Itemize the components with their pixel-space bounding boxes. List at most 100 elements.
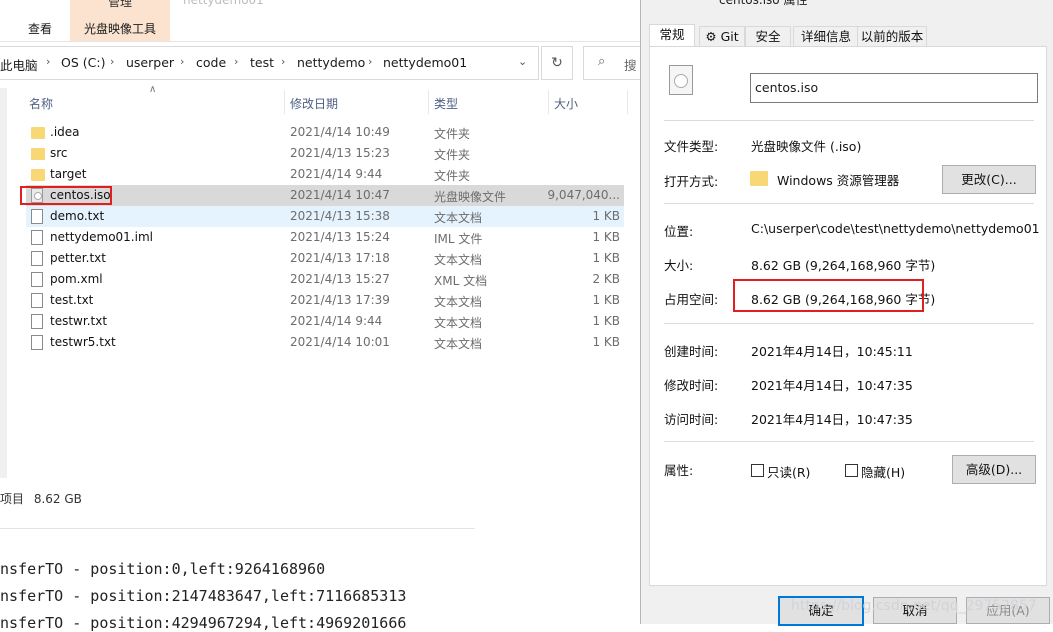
readonly-checkbox[interactable]	[751, 464, 764, 477]
file-type: 文本文档	[434, 211, 483, 225]
refresh-icon: ↻	[551, 55, 563, 71]
properties-dialog: centos.iso 属性 常规 ⚙ Git 安全 详细信息 以前的版本 cen…	[640, 0, 1053, 626]
chevron-right-icon[interactable]: ›	[368, 55, 372, 68]
divider	[664, 120, 1034, 121]
file-size: 9,047,040...	[547, 188, 620, 202]
chevron-right-icon[interactable]: ›	[234, 55, 238, 68]
file-type: IML 文件	[434, 232, 483, 246]
file-name: test.txt	[50, 293, 94, 307]
column-divider[interactable]	[428, 90, 429, 114]
column-divider[interactable]	[284, 90, 285, 114]
hidden-label[interactable]: 隐藏(H)	[861, 462, 905, 481]
readonly-label[interactable]: 只读(R)	[767, 462, 810, 481]
file-row[interactable]: src 2021/4/13 15:23 文件夹	[26, 143, 624, 164]
file-date: 2021/4/13 15:38	[290, 209, 390, 223]
file-name: demo.txt	[50, 209, 105, 223]
file-name: testwr5.txt	[50, 335, 116, 349]
tab-general[interactable]: 常规	[649, 24, 695, 48]
text-file-icon	[31, 335, 43, 350]
file-row[interactable]: pom.xml 2021/4/13 15:27 XML 文档 2 KB	[26, 269, 624, 290]
vertical-scrollbar[interactable]	[0, 88, 7, 478]
console-line: nsferTO - position:2147483647,left:71166…	[0, 587, 407, 605]
attributes-label: 属性:	[664, 463, 694, 478]
tab-view[interactable]: 查看	[28, 20, 52, 37]
chevron-right-icon[interactable]: ›	[46, 55, 50, 68]
file-name: petter.txt	[50, 251, 106, 265]
tab-previous-versions[interactable]: 以前的版本	[857, 26, 927, 48]
file-type: 文件夹	[434, 148, 471, 162]
created-value: 2021年4月14日，10:45:11	[751, 344, 913, 359]
sort-up-icon: ∧	[149, 84, 157, 95]
ribbon-context-group: 管理 光盘映像工具	[70, 0, 170, 41]
file-name: pom.xml	[50, 272, 103, 286]
disc-image-icon	[669, 65, 693, 95]
column-header-size[interactable]: 大小	[554, 95, 578, 112]
breadcrumb-nettydemo01[interactable]: nettydemo01	[383, 55, 467, 70]
tab-git[interactable]: ⚙ Git	[699, 26, 745, 48]
highlight-box	[20, 186, 112, 205]
file-row[interactable]: testwr5.txt 2021/4/14 10:01 文本文档 1 KB	[26, 332, 624, 353]
chevron-right-icon[interactable]: ›	[110, 55, 114, 68]
hidden-checkbox[interactable]	[845, 464, 858, 477]
column-divider[interactable]	[548, 90, 549, 114]
chevron-down-icon[interactable]: ⌄	[518, 55, 527, 68]
file-row[interactable]: target 2021/4/14 9:44 文件夹	[26, 164, 624, 185]
file-date: 2021/4/14 10:49	[290, 125, 390, 139]
folder-icon	[31, 169, 45, 181]
tab-git-label: Git	[720, 29, 739, 44]
breadcrumb-code[interactable]: code	[196, 55, 226, 70]
file-row[interactable]: nettydemo01.iml 2021/4/13 15:24 IML 文件 1…	[26, 227, 624, 248]
file-type: 文本文档	[434, 295, 483, 309]
file-name: testwr.txt	[50, 314, 108, 328]
accessed-label: 访问时间:	[664, 412, 719, 427]
file-row[interactable]: testwr.txt 2021/4/14 9:44 文本文档 1 KB	[26, 311, 624, 332]
column-divider[interactable]	[627, 90, 628, 114]
highlight-box	[733, 279, 924, 312]
chevron-right-icon[interactable]: ›	[281, 55, 285, 68]
file-name: target	[50, 167, 87, 181]
file-row-selected[interactable]: centos.iso 2021/4/14 10:47 光盘映像文件 9,047,…	[20, 185, 624, 206]
ribbon-context-title: 管理	[107, 0, 132, 9]
text-file-icon	[31, 209, 43, 224]
file-type: 光盘映像文件	[434, 190, 507, 204]
status-selection-size: 8.62 GB	[33, 492, 82, 506]
watermark: https://blog.csdn.net/qq_29752857	[791, 598, 1037, 614]
breadcrumb-nettydemo[interactable]: nettydemo	[297, 55, 365, 70]
divider	[0, 512, 475, 529]
file-row-hover[interactable]: demo.txt 2021/4/13 15:38 文本文档 1 KB	[26, 206, 624, 227]
change-button[interactable]: 更改(C)...	[942, 165, 1036, 194]
dialog-title: centos.iso 属性	[719, 0, 808, 7]
location-value: C:\userper\code\test\nettydemo\nettydemo…	[751, 221, 1040, 236]
file-name: nettydemo01.iml	[50, 230, 153, 244]
file-row[interactable]: petter.txt 2021/4/13 17:18 文本文档 1 KB	[26, 248, 624, 269]
breadcrumb-drive[interactable]: OS (C:)	[61, 55, 105, 70]
filename-input[interactable]: centos.iso	[750, 73, 1038, 103]
text-file-icon	[31, 314, 43, 329]
search-placeholder: 搜	[624, 58, 637, 73]
column-header-name[interactable]: 名称	[29, 95, 53, 112]
modified-value: 2021年4月14日，10:47:35	[751, 378, 913, 393]
tab-details[interactable]: 详细信息	[793, 26, 859, 48]
advanced-button[interactable]: 高级(D)...	[952, 455, 1036, 484]
refresh-button[interactable]: ↻	[541, 46, 573, 80]
file-type: XML 文档	[434, 274, 488, 288]
search-input[interactable]: ⌕ 搜	[583, 46, 645, 80]
file-size: 1 KB	[592, 335, 620, 349]
breadcrumb-test[interactable]: test	[250, 55, 274, 70]
file-size: 1 KB	[592, 209, 620, 223]
address-bar[interactable]: 此电脑 › OS (C:) › userper › code › test › …	[0, 46, 539, 80]
column-header-date[interactable]: 修改日期	[290, 95, 338, 112]
file-date: 2021/4/14 9:44	[290, 167, 383, 181]
window-title: nettydemo01	[183, 0, 264, 7]
breadcrumb-userper[interactable]: userper	[126, 55, 174, 70]
size-on-disk-label: 占用空间:	[664, 292, 719, 307]
breadcrumb-this-pc[interactable]: 此电脑	[0, 55, 38, 74]
tab-disc-image-tools[interactable]: 光盘映像工具	[70, 20, 170, 37]
file-row[interactable]: .idea 2021/4/14 10:49 文件夹	[26, 122, 624, 143]
file-row[interactable]: test.txt 2021/4/13 17:39 文本文档 1 KB	[26, 290, 624, 311]
chevron-right-icon[interactable]: ›	[180, 55, 184, 68]
file-date: 2021/4/13 15:23	[290, 146, 390, 160]
file-type: 文本文档	[434, 316, 483, 330]
column-header-type[interactable]: 类型	[434, 95, 458, 112]
tab-security[interactable]: 安全	[745, 26, 791, 48]
